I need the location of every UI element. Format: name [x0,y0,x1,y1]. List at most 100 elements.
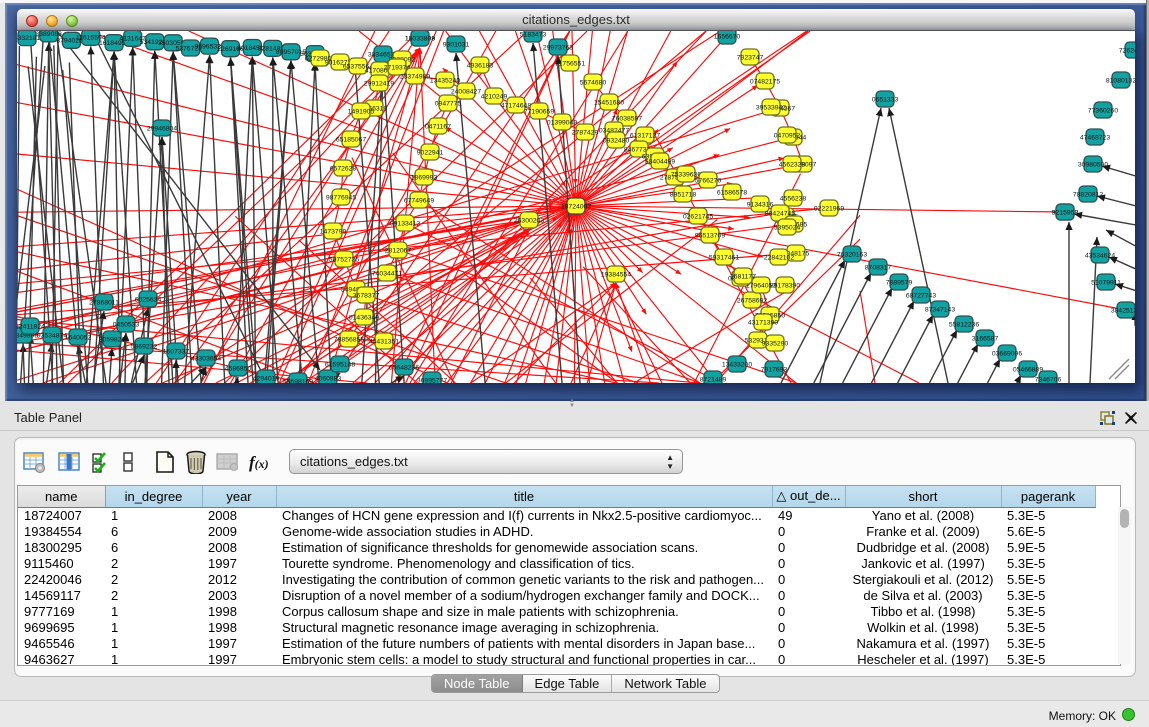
svg-text:03669096: 03669096 [992,350,1022,357]
svg-text:22842102: 22842102 [764,254,794,261]
svg-text:68727743: 68727743 [906,292,936,299]
svg-text:2787429: 2787429 [572,129,599,136]
svg-text:65185067: 65185067 [336,136,366,143]
svg-text:58404499: 58404499 [645,158,675,165]
svg-text:1656670: 1656670 [714,33,741,40]
svg-text:25300203: 25300203 [514,217,544,224]
svg-text:55812236: 55812236 [949,321,979,328]
svg-text:5183473: 5183473 [520,31,547,38]
svg-text:16033809: 16033809 [405,35,435,42]
svg-text:59317461: 59317461 [709,254,739,261]
svg-text:4210249: 4210249 [481,93,508,100]
svg-text:05466889: 05466889 [1013,366,1043,373]
svg-text:72624731: 72624731 [1119,47,1135,54]
svg-text:9022941: 9022941 [417,149,444,156]
svg-text:2812067: 2812067 [385,247,412,254]
svg-text:77190659: 77190659 [524,108,554,115]
svg-text:1473799: 1473799 [320,228,347,235]
svg-text:19384554: 19384554 [601,271,631,278]
svg-text:02621745: 02621745 [683,213,713,220]
svg-text:4060883: 4060883 [315,375,342,382]
svg-text:89178390: 89178390 [770,282,800,289]
svg-text:98776945: 98776945 [326,194,356,201]
svg-text:76320163: 76320163 [837,251,867,258]
svg-text:1869993: 1869993 [411,174,438,181]
svg-text:5869232: 5869232 [131,343,158,350]
svg-text:4586850: 4586850 [225,365,252,372]
svg-text:47468723: 47468723 [1080,134,1110,141]
svg-text:93534874: 93534874 [37,332,67,339]
svg-text:74034471: 74034471 [372,270,402,277]
svg-text:9134316: 9134316 [747,201,774,208]
svg-text:18724007: 18724007 [561,203,591,210]
svg-text:4294019: 4294019 [253,375,280,382]
svg-text:23374989: 23374989 [400,73,430,80]
svg-text:09133412: 09133412 [390,220,420,227]
svg-text:3166587: 3166587 [972,335,999,342]
svg-text:36995777: 36995777 [417,377,447,383]
svg-text:7917693: 7917693 [761,366,788,373]
svg-text:65648236: 65648236 [389,364,419,371]
svg-text:3215958: 3215958 [1052,209,1079,216]
svg-text:4562328: 4562328 [779,161,806,168]
svg-text:13435240: 13435240 [430,77,460,84]
svg-text:55698169: 55698169 [283,378,313,383]
svg-text:7923747: 7923747 [737,54,764,61]
svg-text:44431351: 44431351 [369,338,399,345]
svg-text:01436349: 01436349 [349,314,379,321]
svg-text:71756551: 71756551 [555,60,585,67]
svg-text:9301031: 9301031 [443,41,470,48]
svg-text:30980500: 30980500 [1078,161,1108,168]
svg-text:51079911: 51079911 [1091,279,1121,286]
svg-text:5395024: 5395024 [774,224,801,231]
svg-text:2681177: 2681177 [730,273,756,280]
svg-text:12411824: 12411824 [17,323,45,330]
svg-text:5674680: 5674680 [580,79,607,86]
svg-text:43303654: 43303654 [191,355,221,362]
svg-text:07482175: 07482175 [750,78,780,85]
svg-text:78820812: 78820812 [1073,191,1103,198]
svg-text:24008427: 24008427 [451,88,481,95]
svg-text:96513709: 96513709 [695,232,725,239]
svg-text:1640052: 1640052 [65,334,92,341]
svg-text:77360260: 77360260 [1088,107,1118,114]
svg-text:81080132: 81080132 [1106,77,1135,84]
svg-text:5766270: 5766270 [695,177,722,184]
svg-text:43534624: 43534624 [1085,252,1115,259]
svg-text:92221969: 92221969 [814,205,844,212]
svg-text:76038597: 76038597 [612,115,642,122]
svg-text:13433200: 13433200 [722,361,752,368]
svg-text:8951718: 8951718 [670,191,697,198]
svg-text:0947775: 0947775 [435,100,462,107]
svg-text:26758692: 26758692 [737,297,767,304]
svg-text:15451680: 15451680 [594,99,624,106]
svg-text:6025634: 6025634 [135,296,162,303]
svg-text:1607337: 1607337 [163,348,190,355]
svg-text:39533942: 39533942 [756,104,786,111]
svg-text:0470952: 0470952 [774,132,801,139]
svg-text:0651333: 0651333 [872,96,899,103]
svg-text:0932480: 0932480 [603,137,630,144]
svg-text:4936183: 4936183 [467,62,494,69]
svg-text:7346706: 7346706 [1035,376,1062,383]
svg-text:61317127: 61317127 [630,132,660,139]
svg-text:9335290: 9335290 [762,340,789,347]
svg-text:61586578: 61586578 [717,189,747,196]
svg-text:27868011: 27868011 [89,299,119,306]
svg-text:8708317: 8708317 [865,264,892,271]
svg-text:4556238: 4556238 [780,195,807,202]
svg-text:8059826: 8059826 [99,336,126,343]
svg-text:29912419: 29912419 [364,80,394,87]
svg-text:38425135: 38425135 [1111,307,1135,314]
svg-text:50752735: 50752735 [329,256,359,263]
svg-text:87347143: 87347143 [925,306,955,313]
svg-text:29973763: 29973763 [543,44,573,51]
svg-text:61595148: 61595148 [325,361,355,368]
svg-text:8721489: 8721489 [700,376,727,383]
svg-text:3678377: 3678377 [353,292,380,299]
svg-text:78856855: 78856855 [334,336,364,343]
svg-text:29946804: 29946804 [147,125,177,132]
svg-text:6572628: 6572628 [330,165,357,172]
svg-text:43171390: 43171390 [748,319,778,326]
svg-text:0450533: 0450533 [113,321,140,328]
